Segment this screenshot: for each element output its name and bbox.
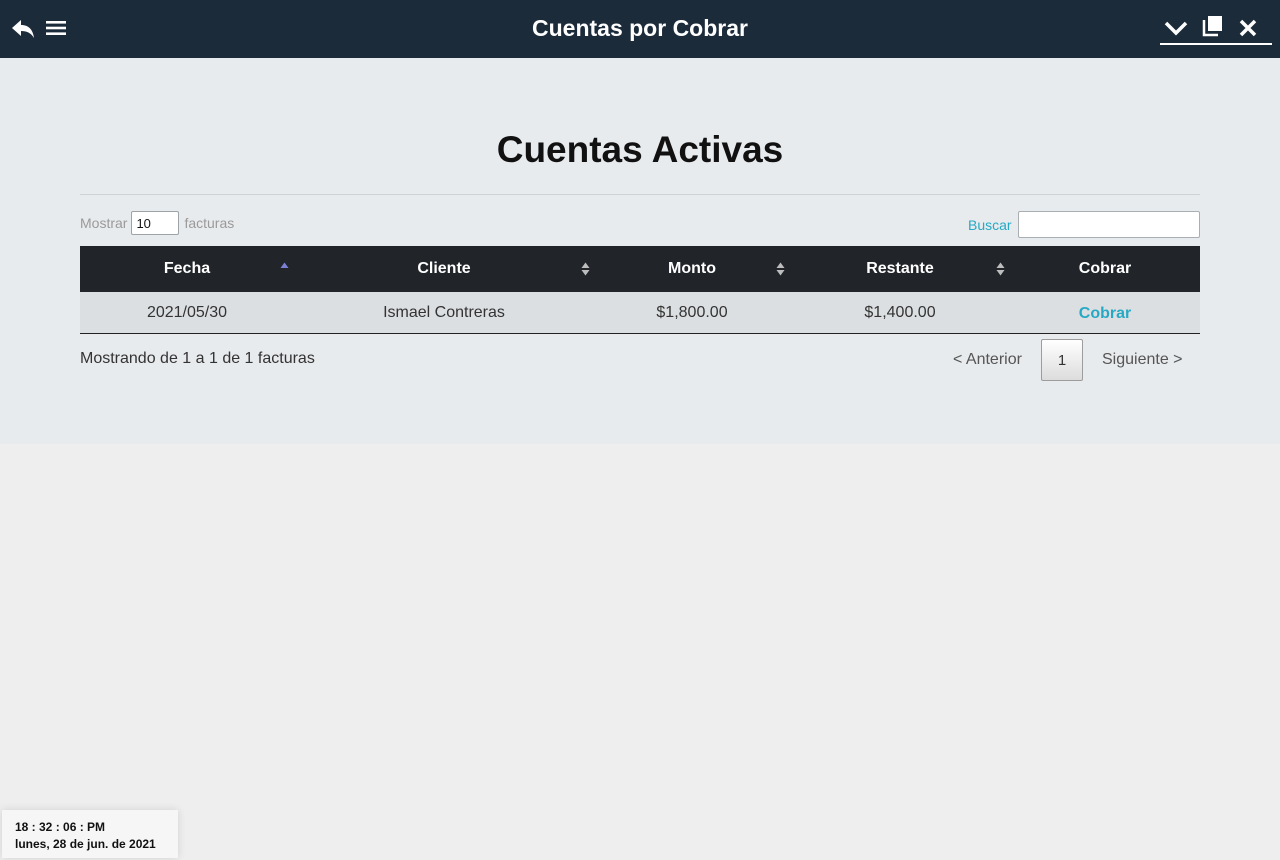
table-row: 2021/05/30 Ismael Contreras $1,800.00 $1… <box>80 292 1200 334</box>
cell-monto: $1,800.00 <box>656 303 728 321</box>
clock-widget: 18 : 32 : 06 : PM lunes, 28 de jun. de 2… <box>2 810 178 858</box>
column-label: Monto <box>668 260 716 277</box>
title-bar: Cuentas por Cobrar <box>0 0 1280 58</box>
column-header-cliente[interactable]: Cliente <box>294 246 594 292</box>
accounts-panel: Cuentas Activas Mostrar facturas Buscar … <box>0 58 1280 444</box>
show-suffix: facturas <box>184 215 235 231</box>
column-label: Cliente <box>417 260 471 277</box>
page-length-control: Mostrar facturas <box>80 211 234 235</box>
show-label: Mostrar <box>80 215 128 231</box>
table-header: Fecha Cliente Monto Restante Cobrar <box>80 246 1200 292</box>
column-label: Cobrar <box>1078 260 1132 277</box>
next-page-button[interactable]: Siguiente > <box>1102 351 1183 369</box>
sort-both-icon <box>581 261 590 277</box>
sort-ascending-icon <box>280 261 289 277</box>
cobrar-link[interactable]: Cobrar <box>1010 292 1200 333</box>
restore-window-icon[interactable] <box>1199 12 1227 40</box>
clock-time: 18 : 32 : 06 : PM <box>15 820 106 834</box>
column-label: Fecha <box>163 260 211 277</box>
column-header-restante[interactable]: Restante <box>790 246 1010 292</box>
cell-cliente: Ismael Contreras <box>383 303 505 321</box>
search-input[interactable] <box>1017 211 1200 238</box>
divider <box>80 194 1200 195</box>
page-button-current[interactable]: 1 <box>1041 339 1083 381</box>
page-title: Cuentas Activas <box>496 129 784 170</box>
search-label: Buscar <box>968 216 1012 233</box>
page-length-input[interactable] <box>131 211 180 235</box>
close-icon[interactable] <box>1234 14 1262 42</box>
window-controls-underline <box>1160 43 1272 45</box>
clock-date: lunes, 28 de jun. de 2021 <box>15 837 156 851</box>
cell-restante: $1,400.00 <box>864 303 936 321</box>
app-title: Cuentas por Cobrar <box>532 15 748 41</box>
table-info: Mostrando de 1 a 1 de 1 facturas <box>80 350 315 367</box>
chevron-down-icon[interactable] <box>1162 14 1190 42</box>
sort-both-icon <box>776 261 785 277</box>
accounts-table: Fecha Cliente Monto Restante Cobrar 2021… <box>80 246 1200 334</box>
column-label: Restante <box>866 260 934 277</box>
search-control: Buscar <box>968 211 1200 238</box>
column-header-monto[interactable]: Monto <box>594 246 790 292</box>
previous-page-button[interactable]: < Anterior <box>953 351 1022 369</box>
pagination: < Anterior 1 Siguiente > <box>940 339 1200 381</box>
cell-fecha: 2021/05/30 <box>146 303 228 321</box>
column-header-cobrar: Cobrar <box>1010 246 1200 292</box>
sort-both-icon <box>996 261 1005 277</box>
column-header-fecha[interactable]: Fecha <box>80 246 294 292</box>
